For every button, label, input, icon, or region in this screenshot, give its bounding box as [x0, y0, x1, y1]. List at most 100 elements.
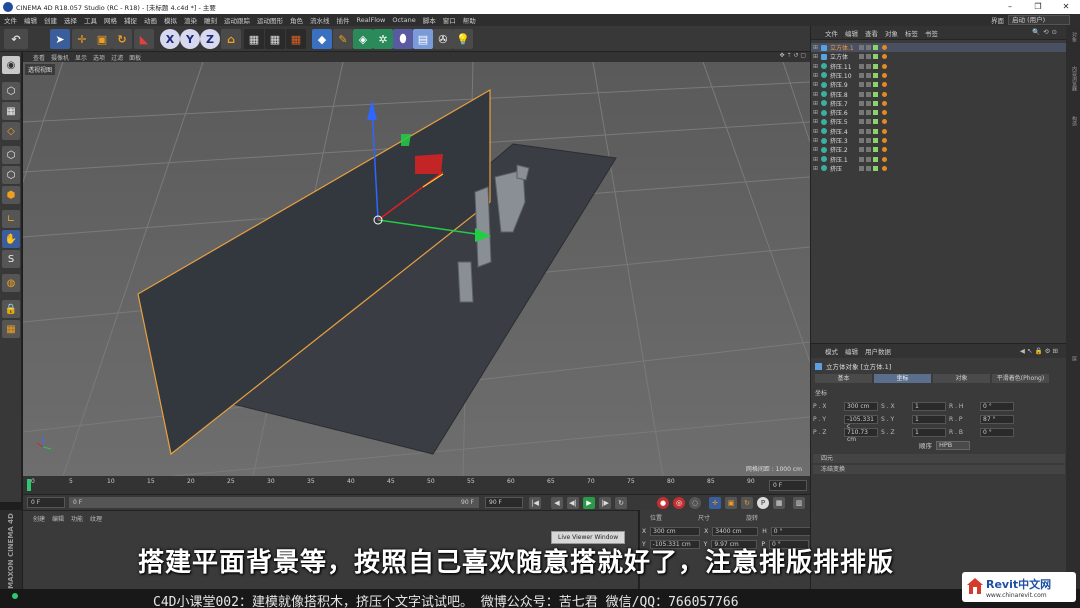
phong-tag-icon[interactable] — [882, 45, 887, 50]
phong-tag-icon[interactable] — [882, 128, 887, 134]
material-menu-texture[interactable]: 纹理 — [90, 514, 102, 523]
x-axis-icon[interactable]: X — [160, 29, 180, 49]
timeline-ruler[interactable]: 0 5 10 15 20 25 30 35 40 45 50 55 60 65 … — [23, 476, 810, 494]
expand-icon[interactable]: ⊞ — [813, 100, 819, 107]
object-row[interactable]: ⊞ 立方体.1 — [811, 43, 1067, 52]
deformer-icon[interactable]: ⬮ — [393, 29, 413, 49]
viewport-nav-icons[interactable]: ✥ ⇡ ↺ ▢ — [780, 52, 806, 59]
visibility-toggle-icon[interactable] — [859, 91, 878, 97]
obj-menu-view[interactable]: 查看 — [865, 28, 878, 38]
param-field[interactable]: 0 ° — [980, 402, 1014, 411]
subdivision-icon[interactable]: ◈ — [353, 29, 373, 49]
playhead[interactable] — [27, 479, 31, 491]
obj-menu-file[interactable]: 文件 — [825, 28, 838, 38]
object-row[interactable]: ⊞ 挤压.7 — [811, 99, 1067, 108]
phong-tag-icon[interactable] — [882, 100, 887, 106]
object-row[interactable]: ⊞ 挤压.3 — [811, 136, 1067, 145]
visibility-toggle-icon[interactable] — [859, 119, 878, 125]
visibility-toggle-icon[interactable] — [859, 110, 878, 116]
object-row[interactable]: ⊞ 挤压 — [811, 164, 1067, 173]
menu-script[interactable]: 脚本 — [423, 15, 436, 25]
param-field[interactable]: 1 — [912, 428, 946, 437]
viewport-menu-filter[interactable]: 过滤 — [111, 53, 123, 62]
attr-menu-userdata[interactable]: 用户数据 — [865, 346, 891, 356]
key-pla-icon[interactable]: ▦ — [773, 497, 785, 509]
frame-range-slider[interactable]: 0 F 90 F — [69, 497, 479, 508]
expand-icon[interactable]: ⊞ — [813, 91, 819, 98]
key-scale-icon[interactable]: ▣ — [725, 497, 737, 509]
object-row[interactable]: ⊞ 挤压.11 — [811, 62, 1067, 71]
menu-file[interactable]: 文件 — [4, 15, 17, 25]
expand-icon[interactable]: ⊞ — [813, 53, 819, 60]
prev-key-icon[interactable]: ◀ — [551, 497, 563, 509]
cube-icon[interactable]: ◆ — [312, 29, 332, 49]
menu-realflow[interactable]: RealFlow — [357, 16, 386, 24]
render-settings-icon[interactable]: ▦ — [286, 29, 306, 49]
coord-size-field[interactable]: 3400 cm — [712, 527, 759, 536]
coord-pos-field[interactable]: 300 cm — [650, 527, 701, 536]
menu-create[interactable]: 创建 — [44, 15, 57, 25]
param-field[interactable]: 1 — [912, 402, 946, 411]
expand-icon[interactable]: ⊞ — [813, 109, 819, 116]
menu-edit[interactable]: 编辑 — [24, 15, 37, 25]
menu-motion-tracker[interactable]: 运动跟踪 — [224, 15, 250, 25]
menu-pipeline[interactable]: 流水线 — [310, 15, 330, 25]
polygons-mode-icon[interactable]: ⬢ — [2, 186, 20, 204]
viewport-menu-cameras[interactable]: 摄像机 — [51, 53, 69, 62]
tab-object[interactable]: 对象 — [933, 374, 990, 383]
undo-icon[interactable]: ↶ — [4, 29, 28, 49]
expand-icon[interactable]: ⊞ — [813, 128, 819, 135]
visibility-toggle-icon[interactable] — [859, 100, 878, 106]
key-rotation-icon[interactable]: ↻ — [741, 497, 753, 509]
material-menu-edit[interactable]: 编辑 — [52, 514, 64, 523]
menu-tools[interactable]: 工具 — [84, 15, 97, 25]
obj-menu-tags[interactable]: 标签 — [905, 28, 918, 38]
texture-mode-icon[interactable]: ▦ — [2, 102, 20, 120]
visibility-toggle-icon[interactable] — [859, 54, 878, 60]
edges-mode-icon[interactable]: ⬡ — [2, 166, 20, 184]
phong-tag-icon[interactable] — [882, 110, 887, 116]
object-row[interactable]: ⊞ 挤压.2 — [811, 145, 1067, 154]
coordinate-system-icon[interactable]: ⌂ — [221, 29, 241, 49]
param-field[interactable]: 0 ° — [980, 428, 1014, 437]
menu-snap[interactable]: 捕捉 — [124, 15, 137, 25]
menu-sculpt[interactable]: 雕刻 — [204, 15, 217, 25]
visibility-toggle-icon[interactable] — [859, 156, 878, 162]
close-icon[interactable]: ✕ — [1052, 0, 1080, 14]
visibility-toggle-icon[interactable] — [859, 165, 878, 171]
play-icon[interactable]: ▶ — [583, 497, 595, 509]
make-editable-icon[interactable]: ◉ — [2, 56, 20, 74]
menu-character[interactable]: 角色 — [290, 15, 303, 25]
menu-mesh[interactable]: 网格 — [104, 15, 117, 25]
sculpt-icon[interactable]: ◍ — [2, 274, 20, 292]
expand-icon[interactable]: ⊞ — [813, 146, 819, 153]
obj-menu-bookmarks[interactable]: 书签 — [925, 28, 938, 38]
z-axis-icon[interactable]: Z — [200, 29, 220, 49]
expand-icon[interactable]: ⊞ — [813, 81, 819, 88]
phong-tag-icon[interactable] — [882, 91, 887, 97]
snap-icon[interactable]: S — [2, 250, 20, 268]
end-frame-field[interactable]: 90 F — [485, 497, 523, 508]
axis-mode-icon[interactable]: ∟ — [2, 210, 20, 228]
side-tab-structure[interactable]: 构造 — [1068, 116, 1078, 126]
visibility-toggle-icon[interactable] — [859, 63, 878, 69]
grid-lock-icon[interactable]: ▦ — [2, 320, 20, 338]
viewport-menu-panel[interactable]: 面板 — [129, 53, 141, 62]
tab-basic[interactable]: 基本 — [815, 374, 872, 383]
floor-icon[interactable]: ▤ — [413, 29, 433, 49]
select-arrow-icon[interactable]: ➤ — [50, 29, 70, 49]
visibility-toggle-icon[interactable] — [859, 82, 878, 88]
side-tab-content-browser[interactable]: 内容浏览器 — [1068, 66, 1078, 91]
goto-start-icon[interactable]: |◀ — [529, 497, 541, 509]
expand-icon[interactable]: ⊞ — [813, 118, 819, 125]
phong-tag-icon[interactable] — [882, 147, 887, 153]
next-frame-icon[interactable]: |▶ — [599, 497, 611, 509]
phong-tag-icon[interactable] — [882, 138, 887, 143]
menu-window[interactable]: 窗口 — [443, 15, 456, 25]
obj-menu-object[interactable]: 对象 — [885, 28, 898, 38]
phong-tag-icon[interactable] — [882, 119, 887, 125]
phong-tag-icon[interactable] — [882, 165, 887, 171]
expand-icon[interactable]: ⊞ — [813, 44, 819, 51]
rotate-icon[interactable]: ↻ — [112, 29, 132, 49]
material-menu-create[interactable]: 创建 — [33, 514, 45, 523]
